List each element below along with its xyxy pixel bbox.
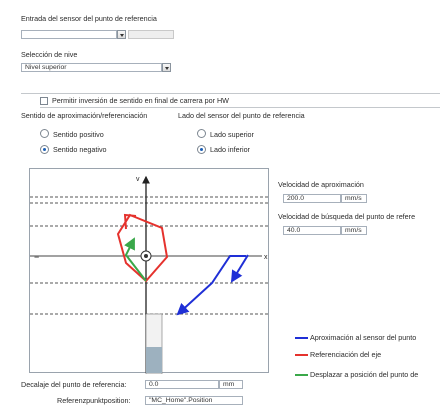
homing-diagram: v x −: [29, 168, 270, 375]
search-velocity-label: Velocidad de búsqueda del punto de refer…: [278, 212, 416, 221]
separator-line: [40, 107, 440, 108]
radio-positive-direction-label: Sentido positivo: [53, 130, 104, 139]
reverse-checkbox[interactable]: [40, 97, 48, 105]
legend-homing-swatch: [295, 354, 308, 356]
sensor-filled-area: [146, 347, 162, 373]
side-selection-dropdown-button[interactable]: [162, 63, 171, 72]
legend-move-label: Desplazar a posición del punto de: [310, 370, 419, 379]
sensor-side-label: Lado del sensor del punto de referencia: [178, 111, 305, 120]
approach-direction-label: Sentido de aproximación/referenciación: [21, 111, 148, 120]
legend-approach-label: Aproximación al sensor del punto: [310, 333, 417, 342]
radio-negative-direction[interactable]: [40, 145, 49, 154]
reverse-checkbox-label: Permitir inversión de sentido en final d…: [52, 96, 229, 105]
approach-velocity-unit: mm/s: [341, 194, 367, 203]
x-axis-label: x: [264, 254, 268, 261]
radio-negative-direction-label: Sentido negativo: [53, 145, 107, 154]
side-selection-field[interactable]: Nivel superior: [21, 63, 162, 72]
reference-input-field[interactable]: [21, 30, 117, 39]
reference-input-browse-button[interactable]: [128, 30, 174, 39]
offset-field[interactable]: 0.0: [145, 380, 219, 389]
reference-input-label: Entrada del sensor del punto de referenc…: [21, 14, 157, 23]
radio-upper-side-label: Lado superior: [210, 130, 254, 139]
search-velocity-field[interactable]: 40.0: [283, 226, 341, 235]
approach-velocity-label: Velocidad de aproximación: [278, 180, 364, 189]
search-velocity-unit: mm/s: [341, 226, 367, 235]
approach-velocity-field[interactable]: 200.0: [283, 194, 341, 203]
legend-homing-label: Referenciación del eje: [310, 350, 382, 359]
reference-input-dropdown-button[interactable]: [117, 30, 126, 39]
legend-move-swatch: [295, 374, 308, 376]
offset-label: Decalaje del punto de referencia:: [21, 380, 127, 389]
reference-point-center: [144, 254, 148, 258]
offset-unit: mm: [219, 380, 243, 389]
y-axis-label: v: [136, 176, 140, 183]
minus-label: −: [34, 252, 39, 262]
approach-path-line: [176, 255, 246, 316]
legend-approach-swatch: [295, 337, 308, 339]
approach-path-arrow: [230, 254, 249, 283]
radio-upper-side[interactable]: [197, 129, 206, 138]
reference-position-field[interactable]: "MC_Home".Position: [145, 396, 243, 405]
radio-positive-direction[interactable]: [40, 129, 49, 138]
homing-diagram-svg: v x −: [30, 175, 270, 375]
radio-lower-side[interactable]: [197, 145, 206, 154]
radio-lower-side-label: Lado inferior: [210, 145, 250, 154]
reference-position-label: Referenzpunktposition:: [57, 396, 131, 405]
side-selection-label: Selección de nive: [21, 50, 78, 59]
separator-line: [21, 93, 440, 94]
